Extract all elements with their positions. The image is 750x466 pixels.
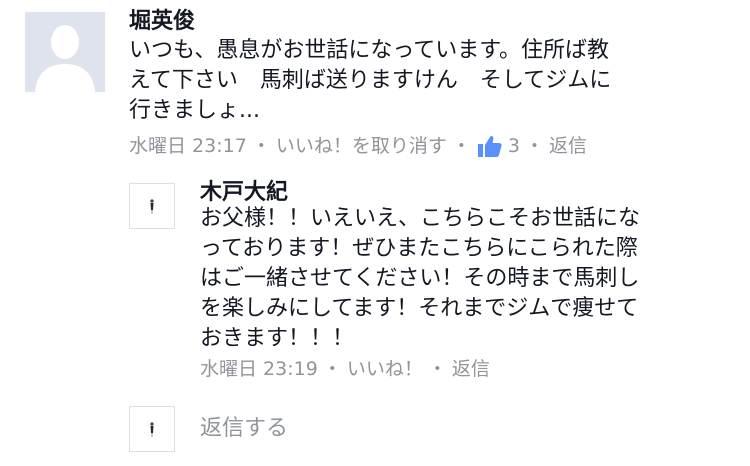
unlike-button[interactable]: いいね！を取り消す bbox=[276, 133, 447, 159]
reply-author-avatar[interactable] bbox=[129, 183, 175, 229]
reply-text-line: を楽しみにしてます！それまでジムで痩せて bbox=[200, 296, 639, 321]
like-button[interactable]: いいね！ bbox=[347, 356, 423, 382]
separator: ・ bbox=[451, 135, 471, 157]
person-avatar-icon bbox=[130, 407, 174, 451]
comment-text-line: 行きましょ... bbox=[129, 98, 260, 123]
reply-button[interactable]: 返信 bbox=[452, 356, 490, 382]
reply-timestamp[interactable]: 水曜日 23:19 bbox=[200, 356, 318, 382]
comment-text: いつも、愚息がお世話になっています。住所ば教 えて下さい 馬刺ば送りますけん そ… bbox=[129, 36, 611, 126]
reply-text-line: はご一緒させてください！その時まで馬刺し bbox=[200, 266, 640, 291]
person-avatar-icon bbox=[130, 184, 174, 228]
reply-text: お父様！！いえいえ、こちらこそお世話にな っております！ぜひまたこちらにこられた… bbox=[200, 204, 640, 354]
reply-text-line: お父様！！いえいえ、こちらこそお世話にな bbox=[200, 206, 641, 231]
composer-avatar bbox=[129, 406, 175, 452]
comment-meta: 水曜日 23:17 ・ いいね！を取り消す ・ 3 ・ 返信 bbox=[129, 133, 587, 159]
comment-author-avatar[interactable] bbox=[25, 12, 105, 92]
reply-text-line: っております！ぜひまたこちらにこられた際 bbox=[200, 236, 638, 261]
reply-button[interactable]: 返信 bbox=[549, 133, 587, 159]
separator: ・ bbox=[322, 358, 342, 380]
default-avatar-icon bbox=[25, 12, 105, 92]
separator: ・ bbox=[427, 358, 447, 380]
reply-text-line: おきます！！！ bbox=[200, 326, 355, 351]
reply-input[interactable]: 返信する bbox=[200, 414, 288, 444]
reply-author-name[interactable]: 木戸大紀 bbox=[200, 179, 288, 207]
separator: ・ bbox=[524, 135, 544, 157]
like-thumb-icon[interactable] bbox=[477, 135, 502, 157]
reply-meta: 水曜日 23:19 ・ いいね！ ・ 返信 bbox=[200, 356, 490, 382]
comment-timestamp[interactable]: 水曜日 23:17 bbox=[129, 133, 247, 159]
separator: ・ bbox=[251, 135, 271, 157]
comment-text-line: いつも、愚息がお世話になっています。住所ば教 bbox=[129, 38, 610, 63]
like-count[interactable]: 3 bbox=[508, 133, 520, 159]
comment-text-line: えて下さい 馬刺ば送りますけん そしてジムに bbox=[129, 68, 612, 93]
comment-author-name[interactable]: 堀英俊 bbox=[129, 8, 195, 36]
